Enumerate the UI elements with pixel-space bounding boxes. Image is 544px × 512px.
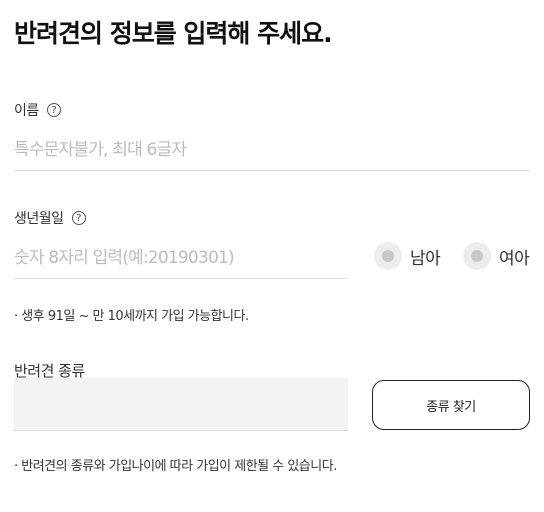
- name-label: 이름: [14, 103, 39, 119]
- gender-male-label: 남아: [410, 248, 441, 269]
- birth-label: 생년월일: [14, 211, 64, 227]
- gender-male-radio[interactable]: 남아: [374, 242, 441, 270]
- name-label-row: 이름 ?: [14, 100, 61, 120]
- name-input[interactable]: [14, 130, 530, 171]
- radio-circle-icon: [463, 242, 491, 270]
- birth-date-input[interactable]: [14, 238, 348, 279]
- birth-label-row: 생년월일 ?: [14, 208, 86, 228]
- breed-restriction-note: · 반려견의 종류와 가입나이에 따라 가입이 제한될 수 있습니다.: [14, 459, 337, 474]
- name-help-icon[interactable]: ?: [46, 103, 61, 117]
- birth-help-icon[interactable]: ?: [71, 211, 86, 225]
- gender-female-radio[interactable]: 여아: [463, 242, 530, 270]
- gender-female-label: 여아: [499, 248, 530, 269]
- breed-input[interactable]: [14, 378, 348, 431]
- birth-age-note: · 생후 91일 ~ 만 10세까지 가입 가능합니다.: [14, 309, 249, 324]
- page-title: 반려견의 정보를 입력해 주세요.: [14, 19, 333, 48]
- find-breed-button[interactable]: 종류 찾기: [372, 380, 530, 430]
- radio-circle-icon: [374, 242, 402, 270]
